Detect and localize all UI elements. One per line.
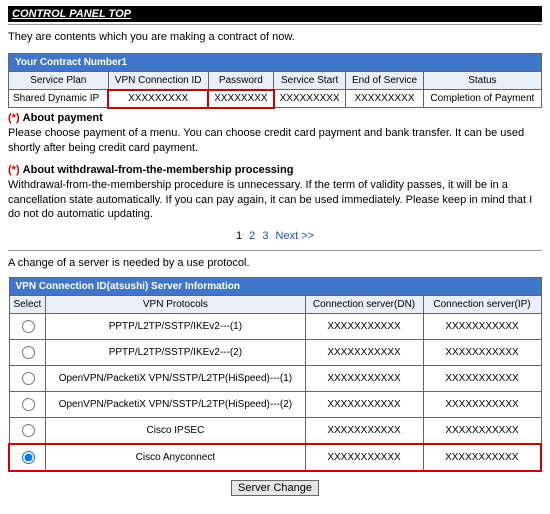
note-withdrawal: (*) About withdrawal-from-the-membership…	[8, 164, 542, 223]
server-select-radio[interactable]	[22, 398, 35, 411]
title-divider	[8, 24, 542, 25]
pager-next[interactable]: Next >>	[276, 230, 315, 242]
col-status: Status	[423, 72, 541, 90]
dn-cell: XXXXXXXXXXX	[305, 392, 423, 418]
col-protocols: VPN Protocols	[46, 296, 305, 314]
select-cell	[9, 418, 46, 445]
col-password: Password	[208, 72, 273, 90]
pager-page-3[interactable]: 3	[262, 230, 268, 242]
bullet-icon: (*)	[8, 164, 20, 176]
pager-page-1[interactable]: 1	[236, 230, 242, 242]
ip-cell: XXXXXXXXXXX	[423, 314, 541, 340]
note-payment-title: About payment	[23, 112, 103, 124]
pager-divider	[8, 250, 542, 251]
select-cell	[9, 366, 46, 392]
server-row: OpenVPN/PacketiX VPN/SSTP/L2TP(HiSpeed)-…	[9, 392, 541, 418]
protocol-cell: Cisco IPSEC	[46, 418, 305, 445]
intro-text: They are contents which you are making a…	[8, 31, 542, 43]
dn-cell: XXXXXXXXXXX	[305, 340, 423, 366]
dn-cell: XXXXXXXXXXX	[305, 444, 423, 471]
note-withdrawal-title: About withdrawal-from-the-membership pro…	[23, 164, 294, 176]
dn-cell: XXXXXXXXXXX	[305, 314, 423, 340]
server-row: Cisco AnyconnectXXXXXXXXXXXXXXXXXXXXXX	[9, 444, 541, 471]
col-service-start: Service Start	[274, 72, 346, 90]
protocol-cell: OpenVPN/PacketiX VPN/SSTP/L2TP(HiSpeed)-…	[46, 366, 305, 392]
ip-cell: XXXXXXXXXXX	[423, 392, 541, 418]
server-columns: Select VPN Protocols Connection server(D…	[9, 296, 541, 314]
cell-password: XXXXXXXX	[208, 90, 273, 108]
server-table: VPN Connection ID(atsushi) Server Inform…	[8, 277, 542, 472]
server-select-radio[interactable]	[22, 424, 35, 437]
server-table-header: VPN Connection ID(atsushi) Server Inform…	[9, 278, 541, 296]
cell-vpn-id: XXXXXXXXX	[108, 90, 208, 108]
ip-cell: XXXXXXXXXXX	[423, 418, 541, 445]
server-select-radio[interactable]	[22, 372, 35, 385]
select-cell	[9, 444, 46, 471]
contract-table: Your Contract Number1 Service Plan VPN C…	[8, 53, 542, 108]
server-row: PPTP/L2TP/SSTP/IKEv2---(1)XXXXXXXXXXXXXX…	[9, 314, 541, 340]
contract-header: Your Contract Number1	[9, 54, 542, 72]
cell-plan: Shared Dynamic IP	[9, 90, 109, 108]
page-title: CONTROL PANEL TOP	[8, 6, 542, 22]
select-cell	[9, 392, 46, 418]
server-row: Cisco IPSECXXXXXXXXXXXXXXXXXXXXXX	[9, 418, 541, 445]
ip-cell: XXXXXXXXXXX	[423, 444, 541, 471]
server-select-radio[interactable]	[22, 320, 35, 333]
server-select-radio[interactable]	[22, 346, 35, 359]
note-withdrawal-body: Withdrawal-from-the-membership procedure…	[8, 178, 542, 223]
col-end-of-service: End of Service	[346, 72, 423, 90]
pager: 1 2 3 Next >>	[8, 230, 542, 242]
contract-columns: Service Plan VPN Connection ID Password …	[9, 72, 542, 90]
note-payment-body: Please choose payment of a menu. You can…	[8, 126, 542, 156]
col-vpn-id: VPN Connection ID	[108, 72, 208, 90]
pager-page-2[interactable]: 2	[249, 230, 255, 242]
cell-end: XXXXXXXXX	[346, 90, 423, 108]
protocol-cell: PPTP/L2TP/SSTP/IKEv2---(1)	[46, 314, 305, 340]
protocol-cell: OpenVPN/PacketiX VPN/SSTP/L2TP(HiSpeed)-…	[46, 392, 305, 418]
col-dn: Connection server(DN)	[305, 296, 423, 314]
bullet-icon: (*)	[8, 112, 20, 124]
col-select: Select	[9, 296, 46, 314]
dn-cell: XXXXXXXXXXX	[305, 418, 423, 445]
change-note: A change of a server is needed by a use …	[8, 257, 542, 269]
server-select-radio[interactable]	[22, 451, 35, 464]
dn-cell: XXXXXXXXXXX	[305, 366, 423, 392]
col-service-plan: Service Plan	[9, 72, 109, 90]
server-row: OpenVPN/PacketiX VPN/SSTP/L2TP(HiSpeed)-…	[9, 366, 541, 392]
page-title-text: CONTROL PANEL TOP	[12, 8, 131, 20]
server-change-button[interactable]: Server Change	[231, 480, 319, 496]
cell-status: Completion of Payment	[423, 90, 541, 108]
server-row: PPTP/L2TP/SSTP/IKEv2---(2)XXXXXXXXXXXXXX…	[9, 340, 541, 366]
protocol-cell: PPTP/L2TP/SSTP/IKEv2---(2)	[46, 340, 305, 366]
select-cell	[9, 314, 46, 340]
cell-start: XXXXXXXXX	[274, 90, 346, 108]
protocol-cell: Cisco Anyconnect	[46, 444, 305, 471]
col-ip: Connection server(IP)	[423, 296, 541, 314]
contract-row: Shared Dynamic IP XXXXXXXXX XXXXXXXX XXX…	[9, 90, 542, 108]
note-payment: (*) About payment Please choose payment …	[8, 112, 542, 156]
ip-cell: XXXXXXXXXXX	[423, 366, 541, 392]
ip-cell: XXXXXXXXXXX	[423, 340, 541, 366]
select-cell	[9, 340, 46, 366]
